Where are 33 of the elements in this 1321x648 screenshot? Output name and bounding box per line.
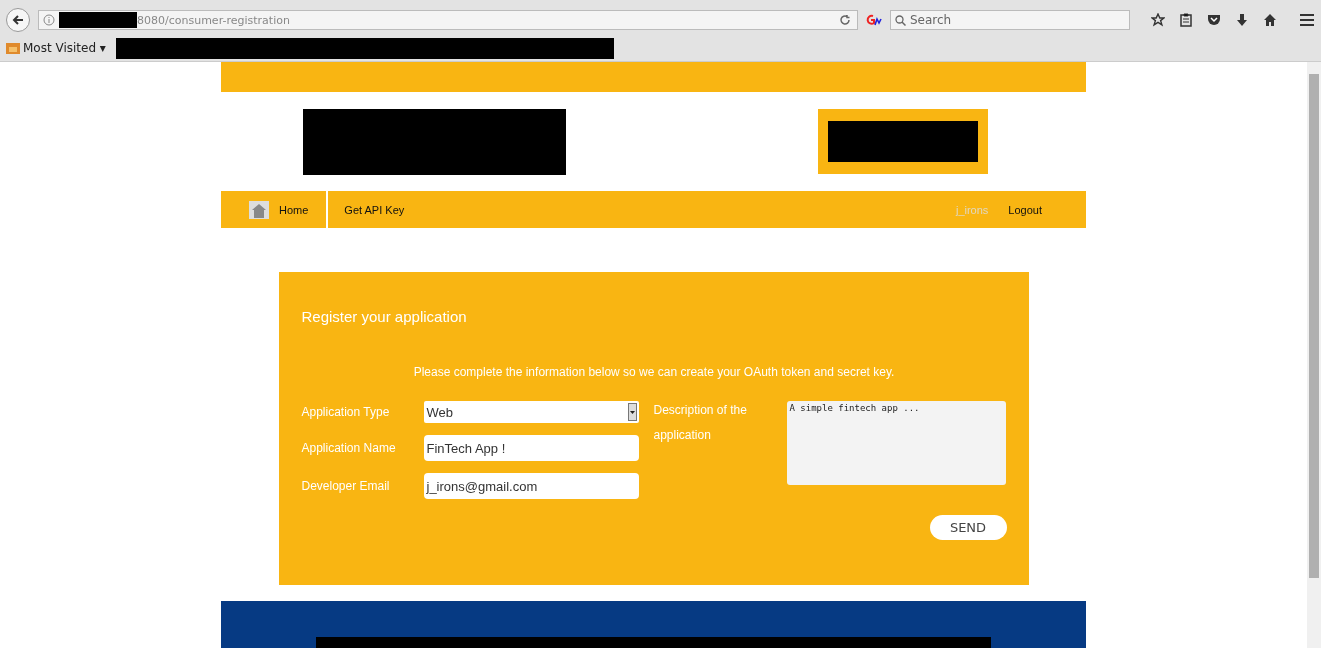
clipboard-icon[interactable]: [1179, 13, 1193, 27]
input-field[interactable]: FinTech App !: [423, 435, 639, 461]
star-icon[interactable]: [1151, 13, 1165, 27]
field-label: Application Name: [301, 441, 397, 455]
home-icon[interactable]: [1263, 13, 1277, 27]
search-icon: [895, 14, 906, 26]
info-icon: [43, 14, 55, 26]
form-title: Register your application: [301, 308, 468, 325]
back-button[interactable]: [6, 8, 30, 32]
bookmarks-menu[interactable]: Most Visited ▾: [6, 41, 106, 55]
field-label: Developer Email: [301, 479, 391, 493]
home-link[interactable]: Home: [249, 191, 329, 228]
nav-link[interactable]: Get API Key: [328, 191, 423, 228]
description-field[interactable]: A simple fintech app ...: [786, 401, 1006, 485]
application-type-select[interactable]: Web: [423, 401, 639, 423]
send-button[interactable]: SEND: [929, 515, 1007, 540]
input-field[interactable]: j_irons@gmail.com: [423, 473, 639, 499]
scrollbar[interactable]: [1307, 62, 1321, 648]
reload-icon[interactable]: [839, 14, 851, 26]
search-field[interactable]: Search: [890, 10, 1130, 30]
menu-icon[interactable]: [1299, 13, 1315, 27]
pocket-icon[interactable]: [1207, 13, 1221, 27]
download-icon[interactable]: [1235, 13, 1249, 27]
intro-text: Please complete the information below so we can create your OAuth token and secret key.: [412, 365, 896, 379]
field-label: Application Type: [301, 405, 391, 419]
dropdown-icon: [627, 403, 637, 421]
logout-link[interactable]: Logout: [1008, 203, 1042, 216]
back-arrow-icon: [12, 14, 24, 26]
extension-icon[interactable]: [866, 14, 882, 26]
house-icon: [249, 200, 269, 219]
field-label: Description of the application: [653, 402, 748, 444]
username: j_irons: [955, 203, 989, 216]
folder-icon: [6, 42, 20, 54]
